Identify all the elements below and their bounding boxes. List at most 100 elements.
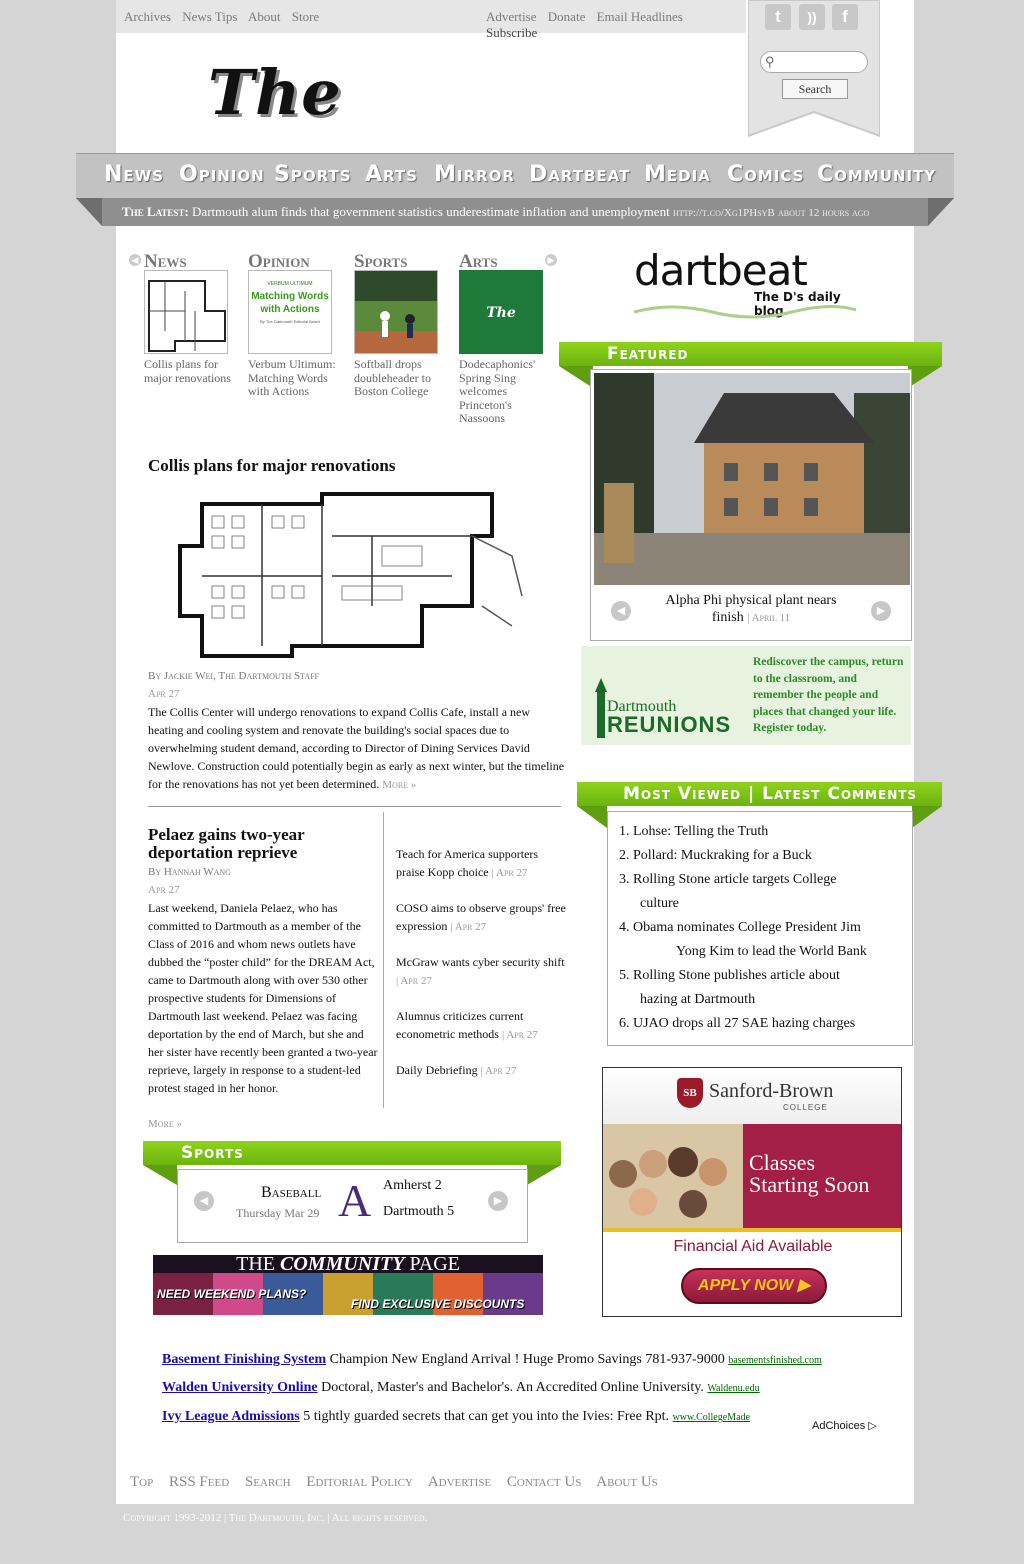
second-story-more-link[interactable]: More » — [148, 1118, 182, 1130]
carousel-news-caption[interactable]: Collis plans for major renovations — [144, 357, 240, 385]
most-viewed-item[interactable]: 5. Rolling Stone publishes article about — [619, 964, 840, 988]
floorplan-thumb-image — [145, 271, 227, 353]
twitter-icon[interactable]: t — [765, 4, 791, 30]
adchoices-icon: ▷ — [868, 1420, 877, 1432]
featured-next-button[interactable]: ▶ — [871, 601, 891, 621]
featured-caption[interactable]: Alpha Phi physical plant nears finish | … — [661, 592, 841, 627]
main-story-title[interactable]: Collis plans for major renovations — [148, 456, 395, 476]
featured-prev-button[interactable]: ◀ — [611, 601, 631, 621]
carousel-prev-button[interactable]: ◀ — [129, 254, 141, 266]
text-ad-url[interactable]: www.CollegeMade — [673, 1412, 750, 1423]
footer-top-link[interactable]: Top — [130, 1474, 153, 1490]
nav-mirror[interactable]: Mirror — [434, 162, 515, 187]
most-viewed-item-cont[interactable]: Yong Kim to lead the World Bank — [676, 940, 867, 964]
carousel-sports-thumb[interactable] — [354, 270, 438, 354]
sanford-brown-ad[interactable]: SB Sanford-Brown COLLEGE Classes Startin… — [602, 1067, 902, 1317]
nav-media[interactable]: Media — [644, 162, 711, 187]
sports-next-button[interactable]: ▶ — [488, 1191, 508, 1211]
featured-image[interactable] — [594, 373, 910, 585]
headline-title[interactable]: Daily Debriefing — [396, 1063, 478, 1077]
news-tips-link[interactable]: News Tips — [182, 9, 237, 24]
main-story-image[interactable] — [172, 486, 532, 666]
text-ad-title[interactable]: Basement Finishing System — [162, 1352, 326, 1367]
apply-now-label: APPLY NOW — [697, 1277, 794, 1294]
headline-item[interactable]: McGraw wants cyber security shift | Apr … — [396, 953, 566, 990]
most-viewed-item-cont[interactable]: culture — [640, 892, 679, 916]
latest-headline[interactable]: Dartmouth alum finds that government sta… — [192, 204, 670, 219]
search-button[interactable]: Search — [782, 79, 848, 99]
reunions-ad[interactable]: Dartmouth REUNIONS Rediscover the campus… — [581, 646, 911, 745]
footer-search-link[interactable]: Search — [245, 1474, 291, 1490]
most-viewed-tabs[interactable]: Most Viewed | Latest Comments — [623, 784, 917, 804]
item-title[interactable]: Rolling Stone article targets College — [633, 872, 836, 887]
item-title[interactable]: Pollard: Muckraking for a Buck — [633, 848, 812, 863]
dartbeat-logo[interactable]: dartbeat The D's daily blog. — [632, 246, 862, 320]
footer-editorial-policy-link[interactable]: Editorial Policy — [306, 1474, 413, 1490]
carousel-arts-thumb[interactable]: The Dartmouth — [459, 270, 543, 354]
nav-sports[interactable]: Sports — [274, 162, 352, 187]
headline-item[interactable]: COSO aims to observe groups' free expres… — [396, 899, 566, 936]
text-ad-url[interactable]: Waldenu.edu — [707, 1383, 759, 1394]
most-viewed-item-cont[interactable]: hazing at Dartmouth — [640, 988, 755, 1012]
nav-opinion[interactable]: Opinion — [179, 162, 265, 187]
item-title[interactable]: UJAO drops all 27 SAE hazing charges — [633, 1016, 855, 1031]
most-viewed-item[interactable]: 1. Lohse: Telling the Truth — [619, 820, 768, 844]
headline-title[interactable]: McGraw wants cyber security shift — [396, 955, 565, 969]
text-ad-title[interactable]: Ivy League Admissions — [162, 1409, 300, 1424]
nav-community[interactable]: Community — [817, 162, 936, 187]
sports-header-label[interactable]: Sports — [181, 1143, 244, 1163]
masthead-logo[interactable]: The Dartmouth — [208, 48, 678, 219]
nav-dartbeat[interactable]: Dartbeat — [529, 162, 630, 187]
item-title[interactable]: Lohse: Telling the Truth — [633, 824, 768, 839]
store-link[interactable]: Store — [292, 9, 319, 24]
apply-now-button[interactable]: APPLY NOW ▶ — [681, 1268, 827, 1304]
about-link[interactable]: About — [248, 9, 281, 24]
email-headlines-link[interactable]: Email Headlines — [597, 9, 683, 24]
carousel-sports-caption[interactable]: Softball drops doubleheader to Boston Co… — [354, 357, 450, 399]
text-ad[interactable]: Basement Finishing System Champion New E… — [162, 1352, 822, 1368]
text-ad[interactable]: Walden University Online Doctoral, Maste… — [162, 1380, 760, 1396]
carousel-news-thumb[interactable] — [144, 270, 228, 354]
latest-link[interactable]: http://t.co/Xg1PHsyB — [673, 207, 775, 219]
footer-about-link[interactable]: About Us — [596, 1474, 657, 1490]
text-ad-url[interactable]: basementsfinished.com — [728, 1355, 822, 1366]
latest-time: about 12 hours ago — [778, 207, 870, 219]
footer-rss-link[interactable]: RSS Feed — [169, 1474, 229, 1490]
featured-header-label[interactable]: Featured — [607, 344, 689, 364]
headline-item[interactable]: Teach for America supporters praise Kopp… — [396, 845, 566, 882]
search-input[interactable] — [781, 54, 863, 70]
opinion-thumb-title: Matching Words with Actions — [251, 291, 329, 315]
carousel-opinion-thumb[interactable]: VERBUM ULTIMUM Matching Words with Actio… — [248, 270, 332, 354]
community-banner-left: NEED WEEKEND PLANS? — [157, 1287, 307, 1301]
footer-contact-link[interactable]: Contact Us — [507, 1474, 581, 1490]
subscribe-link[interactable]: Subscribe — [486, 25, 537, 40]
community-page-banner[interactable]: THE COMMUNITY PAGE NEED WEEKEND PLANS? F… — [153, 1255, 543, 1315]
text-ad-title[interactable]: Walden University Online — [162, 1380, 318, 1395]
most-viewed-item[interactable]: 6. UJAO drops all 27 SAE hazing charges — [619, 1012, 855, 1036]
most-viewed-item[interactable]: 4. Obama nominates College President Jim — [619, 916, 861, 940]
second-story-title[interactable]: Pelaez gains two-year deportation reprie… — [148, 826, 368, 862]
headline-item[interactable]: Daily Debriefing | Apr 27 — [396, 1061, 566, 1080]
main-story-more-link[interactable]: More » — [382, 779, 416, 791]
carousel-arts-caption[interactable]: Dodecaphonics' Spring Sing welcomes Prin… — [459, 357, 555, 426]
most-viewed-item[interactable]: 3. Rolling Stone article targets College — [619, 868, 836, 892]
headline-date: Apr 27 — [485, 1065, 517, 1077]
item-title[interactable]: Obama nominates College President Jim — [633, 920, 861, 935]
carousel-next-button[interactable]: ▶ — [545, 254, 557, 266]
nav-arts[interactable]: Arts — [365, 162, 418, 187]
sports-prev-button[interactable]: ◀ — [194, 1191, 214, 1211]
headline-item[interactable]: Alumnus criticizes current econometric m… — [396, 1007, 566, 1044]
facebook-icon[interactable]: f — [832, 4, 858, 30]
adchoices-badge[interactable]: AdChoices ▷ — [810, 1419, 877, 1432]
most-viewed-item[interactable]: 2. Pollard: Muckraking for a Buck — [619, 844, 812, 868]
carousel-opinion-caption[interactable]: Verbum Ultimum: Matching Words with Acti… — [248, 357, 344, 399]
donate-link[interactable]: Donate — [548, 9, 586, 24]
nav-comics[interactable]: Comics — [727, 162, 805, 187]
item-title[interactable]: Rolling Stone publishes article about — [633, 968, 840, 983]
footer-advertise-link[interactable]: Advertise — [428, 1474, 491, 1490]
advertise-link[interactable]: Advertise — [486, 9, 537, 24]
rss-icon[interactable]: )) — [799, 4, 825, 30]
nav-news[interactable]: News — [104, 162, 164, 187]
archives-link[interactable]: Archives — [124, 9, 171, 24]
text-ad[interactable]: Ivy League Admissions 5 tightly guarded … — [162, 1409, 750, 1425]
